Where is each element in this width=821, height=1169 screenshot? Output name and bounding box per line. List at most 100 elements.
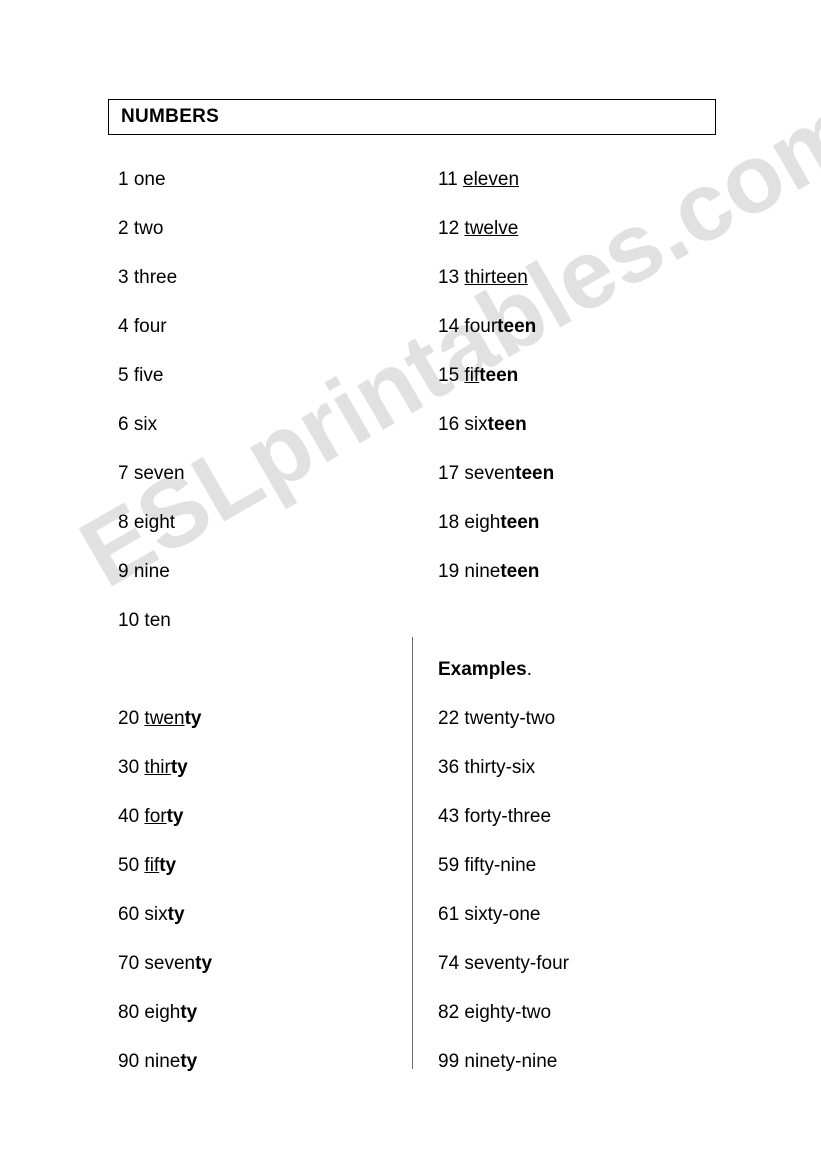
number-row: 13 thirteen xyxy=(438,253,738,302)
number-word-suffix: ty xyxy=(184,708,202,729)
number-word-suffix: ty xyxy=(166,806,184,827)
number-row: 40 forty xyxy=(118,792,408,841)
number-word-suffix: teen xyxy=(497,316,537,337)
page-title: NUMBERS xyxy=(121,106,220,127)
number-value: 17 xyxy=(438,463,460,484)
number-row: 70 seventy xyxy=(118,939,408,988)
number-word-stem: six xyxy=(464,414,488,435)
number-word: one xyxy=(133,169,166,190)
number-value: 13 xyxy=(438,267,460,288)
number-word-stem: eigh xyxy=(464,512,501,533)
number-row: 3 three xyxy=(118,253,408,302)
number-value: 19 xyxy=(438,561,460,582)
number-row: 99 ninety-nine xyxy=(438,1037,758,1086)
number-word-suffix: ty xyxy=(170,757,188,778)
number-row: 16 sixteen xyxy=(438,400,738,449)
worksheet-page: ESLprintables.com NUMBERS 1 one 2 two 3 th… xyxy=(0,0,821,1169)
number-row: 36 thirty-six xyxy=(438,743,758,792)
number-row: 7 seven xyxy=(118,449,408,498)
number-word: five xyxy=(133,365,164,386)
number-value: 60 xyxy=(118,904,140,925)
number-word-suffix: eleven xyxy=(463,169,520,190)
examples-heading-text: Examples xyxy=(438,659,527,680)
number-row: 1 one xyxy=(118,155,408,204)
number-word: ninety-nine xyxy=(464,1051,558,1072)
examples-heading-punct: . xyxy=(526,659,533,680)
number-value: 8 xyxy=(118,512,129,533)
column-tens: 20 twenty 30 thirty 40 forty 50 fifty 60 six… xyxy=(118,694,408,1086)
number-row: 90 ninety xyxy=(118,1037,408,1086)
number-word: eighty-two xyxy=(464,1002,552,1023)
number-word: thirty-six xyxy=(464,757,536,778)
number-row: 60 sixty xyxy=(118,890,408,939)
number-row: 10 ten xyxy=(118,596,408,645)
number-row: 59 fifty-nine xyxy=(438,841,758,890)
number-row: 5 five xyxy=(118,351,408,400)
column-ones: 1 one 2 two 3 three 4 four 5 five 6 six 7 seve… xyxy=(118,155,408,645)
number-row: 14 fourteen xyxy=(438,302,738,351)
number-word-stem: seven xyxy=(144,953,196,974)
number-word-stem: eigh xyxy=(144,1002,181,1023)
number-value: 16 xyxy=(438,414,460,435)
number-word-suffix: twelve xyxy=(464,218,519,239)
number-value: 61 xyxy=(438,904,460,925)
number-word-suffix: thirteen xyxy=(464,267,528,288)
number-word-stem: nine xyxy=(464,561,501,582)
number-row: 22 twenty-two xyxy=(438,694,758,743)
number-value: 1 xyxy=(118,169,129,190)
number-row: 82 eighty-two xyxy=(438,988,758,1037)
number-word-stem: nine xyxy=(144,1051,181,1072)
number-row: 18 eighteen xyxy=(438,498,738,547)
number-word-suffix: teen xyxy=(500,512,540,533)
number-row: 4 four xyxy=(118,302,408,351)
number-row: 20 twenty xyxy=(118,694,408,743)
number-word: four xyxy=(133,316,167,337)
number-row: 19 nineteen xyxy=(438,547,738,596)
number-row: 43 forty-three xyxy=(438,792,758,841)
number-word-suffix: ty xyxy=(180,1051,198,1072)
number-value: 70 xyxy=(118,953,140,974)
number-row: 12 twelve xyxy=(438,204,738,253)
number-row: 6 six xyxy=(118,400,408,449)
number-row: 15 fifteen xyxy=(438,351,738,400)
number-value: 10 xyxy=(118,610,140,631)
number-word: twenty-two xyxy=(464,708,556,729)
number-value: 90 xyxy=(118,1051,140,1072)
number-word-stem: thir xyxy=(144,757,171,778)
number-value: 22 xyxy=(438,708,460,729)
number-word: seven xyxy=(133,463,185,484)
number-value: 4 xyxy=(118,316,129,337)
number-value: 2 xyxy=(118,218,129,239)
number-value: 80 xyxy=(118,1002,140,1023)
examples-heading: Examples. xyxy=(438,645,758,694)
number-value: 5 xyxy=(118,365,129,386)
number-word: seventy-four xyxy=(464,953,569,974)
number-row: 74 seventy-four xyxy=(438,939,758,988)
column-examples: Examples. 22 twenty-two 36 thirty-six 43 fo… xyxy=(438,645,758,1086)
number-value: 12 xyxy=(438,218,460,239)
number-row: 80 eighty xyxy=(118,988,408,1037)
number-word: nine xyxy=(133,561,170,582)
number-value: 99 xyxy=(438,1051,460,1072)
number-word-stem: six xyxy=(144,904,168,925)
number-word-suffix: teen xyxy=(500,561,540,582)
number-row: 9 nine xyxy=(118,547,408,596)
number-word: six xyxy=(133,414,158,435)
number-value: 82 xyxy=(438,1002,460,1023)
number-word-suffix: ty xyxy=(167,904,185,925)
number-row: 17 seventeen xyxy=(438,449,738,498)
number-value: 7 xyxy=(118,463,129,484)
number-value: 14 xyxy=(438,316,460,337)
number-word: two xyxy=(133,218,164,239)
number-value: 40 xyxy=(118,806,140,827)
number-word-suffix: ty xyxy=(195,953,213,974)
number-value: 36 xyxy=(438,757,460,778)
number-value: 20 xyxy=(118,708,140,729)
number-word-suffix: ty xyxy=(159,855,177,876)
vertical-divider xyxy=(412,637,413,1069)
number-value: 18 xyxy=(438,512,460,533)
number-row: 30 thirty xyxy=(118,743,408,792)
number-value: 50 xyxy=(118,855,140,876)
number-value: 6 xyxy=(118,414,129,435)
number-row: 8 eight xyxy=(118,498,408,547)
